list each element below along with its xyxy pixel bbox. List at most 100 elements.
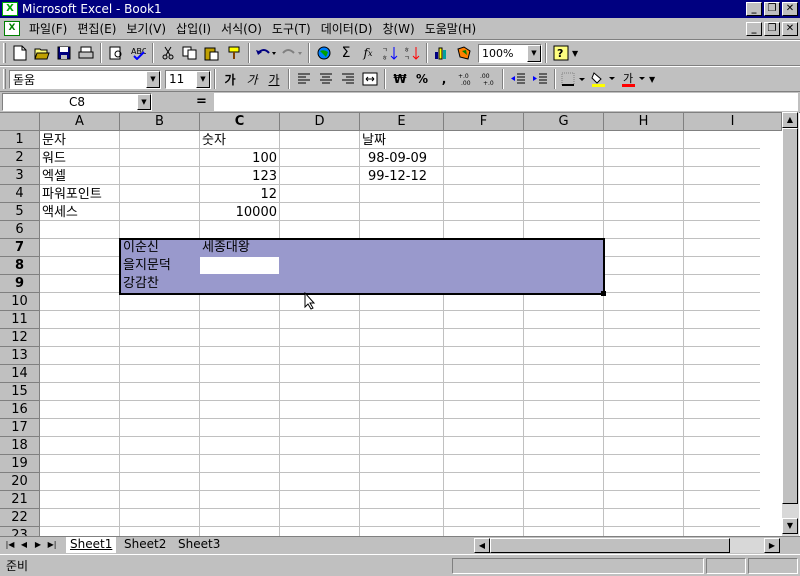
- row-header-16[interactable]: 16: [0, 401, 40, 419]
- increase-indent-icon[interactable]: [529, 68, 551, 90]
- scroll-thumb[interactable]: [782, 128, 798, 504]
- row-header-8[interactable]: 8: [0, 257, 40, 275]
- decrease-indent-icon[interactable]: [507, 68, 529, 90]
- cell-a2[interactable]: 워드: [40, 150, 120, 168]
- map-icon[interactable]: [453, 42, 475, 64]
- menu-window[interactable]: 창(W): [377, 20, 419, 37]
- menu-edit[interactable]: 편집(E): [72, 20, 121, 37]
- open-icon[interactable]: [31, 42, 53, 64]
- row-header-12[interactable]: 12: [0, 329, 40, 347]
- comma-button[interactable]: ,: [433, 68, 455, 90]
- row-header-19[interactable]: 19: [0, 455, 40, 473]
- row-header-18[interactable]: 18: [0, 437, 40, 455]
- autosum-icon[interactable]: Σ: [335, 42, 357, 64]
- fill-color-icon[interactable]: [589, 68, 619, 90]
- copy-icon[interactable]: [179, 42, 201, 64]
- scroll-right-icon[interactable]: ▶: [764, 538, 780, 553]
- column-header-h[interactable]: H: [604, 113, 684, 131]
- column-header-b[interactable]: B: [120, 113, 200, 131]
- row-header-17[interactable]: 17: [0, 419, 40, 437]
- first-sheet-icon[interactable]: |◀: [4, 538, 16, 552]
- sheet-tab-sheet1[interactable]: Sheet1: [66, 537, 117, 553]
- function-icon[interactable]: fx: [357, 42, 379, 64]
- spelling-icon[interactable]: ABC: [127, 42, 149, 64]
- cell-e3[interactable]: 99-12-12: [366, 168, 444, 186]
- column-header-d[interactable]: D: [280, 113, 360, 131]
- select-all-button[interactable]: [0, 113, 40, 131]
- sort-desc-icon[interactable]: ㅎㄱ: [401, 42, 423, 64]
- increase-decimal-icon[interactable]: +.0.00: [455, 68, 477, 90]
- percent-button[interactable]: %: [411, 68, 433, 90]
- font-size-combo[interactable]: 11 ▼: [165, 69, 211, 89]
- last-sheet-icon[interactable]: ▶|: [46, 538, 58, 552]
- sheet-tab-sheet2[interactable]: Sheet2: [120, 537, 170, 553]
- row-header-2[interactable]: 2: [0, 149, 40, 167]
- horizontal-scrollbar[interactable]: ◀ ▶: [474, 538, 780, 553]
- borders-icon[interactable]: [559, 68, 589, 90]
- cell-c1[interactable]: 숫자: [200, 132, 280, 150]
- cell-b8[interactable]: 을지문덕: [121, 257, 201, 275]
- cell-a3[interactable]: 엑셀: [40, 168, 120, 186]
- chevron-down-icon[interactable]: ▼: [196, 70, 210, 88]
- help-icon[interactable]: ?: [550, 42, 572, 64]
- prev-sheet-icon[interactable]: ◀: [18, 538, 30, 552]
- cell-a4[interactable]: 파워포인트: [40, 186, 124, 204]
- cell-b7[interactable]: 이순신: [121, 239, 201, 257]
- doc-restore-button[interactable]: ❐: [764, 22, 780, 36]
- cut-icon[interactable]: [157, 42, 179, 64]
- web-icon[interactable]: [313, 42, 335, 64]
- toolbar-more-icon[interactable]: ▼: [649, 75, 655, 84]
- font-name-combo[interactable]: 돋움 ▼: [9, 69, 161, 89]
- column-header-i[interactable]: I: [684, 113, 782, 131]
- format-painter-icon[interactable]: [223, 42, 245, 64]
- cell-e1[interactable]: 날짜: [360, 132, 444, 150]
- next-sheet-icon[interactable]: ▶: [32, 538, 44, 552]
- paste-icon[interactable]: [201, 42, 223, 64]
- align-left-icon[interactable]: [293, 68, 315, 90]
- row-header-23[interactable]: 23: [0, 527, 40, 536]
- workbook-icon[interactable]: X: [4, 21, 20, 36]
- scroll-up-icon[interactable]: ▲: [782, 112, 798, 128]
- cell-a1[interactable]: 문자: [40, 132, 120, 150]
- column-header-g[interactable]: G: [524, 113, 604, 131]
- cell-e2[interactable]: 98-09-09: [366, 150, 444, 168]
- sort-asc-icon[interactable]: ㄱㅎ: [379, 42, 401, 64]
- save-icon[interactable]: [53, 42, 75, 64]
- minimize-button[interactable]: _: [746, 2, 762, 16]
- cell-c5[interactable]: 10000: [200, 204, 279, 222]
- cell-c2[interactable]: 100: [200, 150, 279, 168]
- align-center-icon[interactable]: [315, 68, 337, 90]
- scroll-down-icon[interactable]: ▼: [782, 518, 798, 534]
- underline-button[interactable]: 가: [263, 68, 285, 90]
- align-right-icon[interactable]: [337, 68, 359, 90]
- row-header-15[interactable]: 15: [0, 383, 40, 401]
- close-button[interactable]: ✕: [782, 2, 798, 16]
- row-header-6[interactable]: 6: [0, 221, 40, 239]
- row-header-7[interactable]: 7: [0, 239, 40, 257]
- row-header-3[interactable]: 3: [0, 167, 40, 185]
- chevron-down-icon[interactable]: ▼: [146, 70, 160, 88]
- column-header-a[interactable]: A: [40, 113, 120, 131]
- cell-a5[interactable]: 액세스: [40, 204, 120, 222]
- doc-minimize-button[interactable]: _: [746, 22, 762, 36]
- maximize-button[interactable]: ❐: [764, 2, 780, 16]
- column-header-c[interactable]: C: [200, 113, 280, 131]
- row-header-21[interactable]: 21: [0, 491, 40, 509]
- row-header-22[interactable]: 22: [0, 509, 40, 527]
- column-header-f[interactable]: F: [444, 113, 524, 131]
- print-preview-icon[interactable]: [105, 42, 127, 64]
- row-header-4[interactable]: 4: [0, 185, 40, 203]
- toolbar-grip[interactable]: [3, 43, 6, 63]
- currency-button[interactable]: ₩: [389, 68, 411, 90]
- column-header-e[interactable]: E: [360, 113, 444, 131]
- cell-c3[interactable]: 123: [200, 168, 279, 186]
- menu-data[interactable]: 데이터(D): [316, 20, 378, 37]
- active-cell-c8[interactable]: [200, 257, 279, 274]
- bold-button[interactable]: 가: [219, 68, 241, 90]
- italic-button[interactable]: 가: [241, 68, 263, 90]
- print-icon[interactable]: [75, 42, 97, 64]
- menu-view[interactable]: 보기(V): [121, 20, 171, 37]
- sheet-tab-sheet3[interactable]: Sheet3: [174, 537, 224, 553]
- edit-formula-button[interactable]: =: [196, 94, 207, 109]
- fill-handle[interactable]: [601, 291, 606, 296]
